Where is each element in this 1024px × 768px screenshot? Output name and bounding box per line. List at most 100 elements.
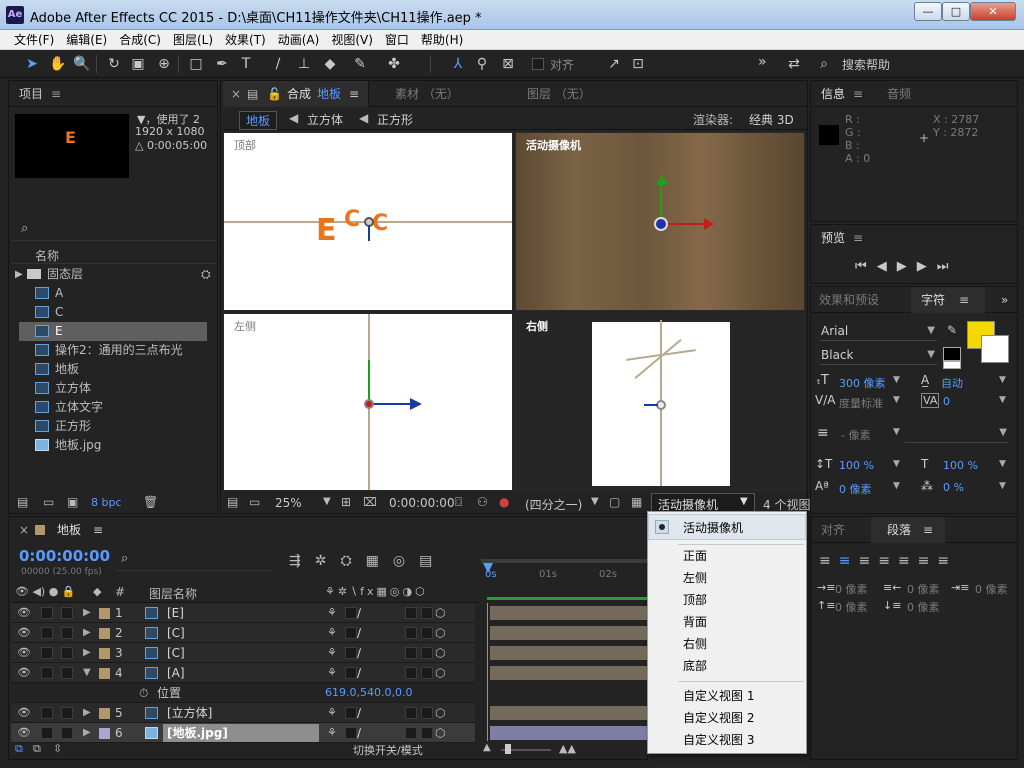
search-help-input[interactable]: 搜索帮助 bbox=[842, 56, 890, 73]
shy-switch-icon[interactable]: ⚘ bbox=[327, 723, 337, 743]
list-item[interactable]: 正方形 bbox=[19, 417, 207, 436]
column-layer-name[interactable]: 图层名称 bbox=[149, 585, 197, 602]
layer-duration-bar[interactable] bbox=[490, 666, 656, 680]
channels-icon[interactable]: ● bbox=[499, 495, 509, 509]
panel-menu-icon[interactable]: ≡ bbox=[853, 231, 863, 245]
chevron-down-icon[interactable]: ▼ bbox=[893, 459, 900, 469]
tab-effects-presets[interactable]: 效果和预设 bbox=[819, 287, 879, 313]
column-number[interactable]: # bbox=[115, 585, 125, 599]
white-swatch[interactable] bbox=[943, 361, 961, 369]
rotate-tool-icon[interactable]: ↻ bbox=[104, 54, 124, 74]
shy-icon[interactable]: ⛭ bbox=[340, 553, 365, 569]
panel-menu-icon[interactable]: ≡ bbox=[959, 287, 969, 313]
collapse-switch-icon[interactable]: ∕ bbox=[357, 623, 361, 643]
resolution-select[interactable]: (四分之一) bbox=[525, 496, 582, 513]
leading-value[interactable]: 自动 bbox=[941, 375, 963, 391]
renderer-value[interactable]: 经典 3D bbox=[749, 111, 794, 128]
tab-timeline[interactable]: 地板 bbox=[57, 517, 81, 543]
collapse-switch-icon[interactable]: ∕ bbox=[357, 643, 361, 663]
dropdown-item-custom-1[interactable]: 自定义视图 1 bbox=[683, 686, 754, 706]
eye-icon[interactable]: 👁 bbox=[17, 627, 31, 639]
breadcrumb-item[interactable]: 正方形 bbox=[377, 111, 413, 128]
collapse-switch-icon[interactable]: ∕ bbox=[357, 703, 361, 723]
layer-switches-toggle-icon[interactable]: ⧉ bbox=[15, 742, 23, 756]
zoom-out-icon[interactable]: ▲ bbox=[483, 742, 491, 753]
camera-tool-icon[interactable]: ▣ bbox=[128, 54, 148, 74]
first-frame-icon[interactable]: ⏮ bbox=[855, 259, 877, 274]
baseline-shift-value[interactable]: 0 像素 bbox=[839, 481, 872, 497]
label-color[interactable] bbox=[99, 628, 110, 639]
layer-duration-bar[interactable] bbox=[490, 706, 656, 720]
z-axis-arrow[interactable] bbox=[368, 225, 370, 241]
chevron-down-icon[interactable]: ▼ bbox=[893, 375, 900, 385]
search-icon[interactable]: ⌕ bbox=[814, 54, 834, 74]
camera-view-select[interactable]: 活动摄像机 ▼ bbox=[651, 493, 755, 513]
panel-menu-icon[interactable]: ≡ bbox=[923, 517, 933, 543]
local-axis-mode-icon[interactable]: ⅄ bbox=[448, 54, 468, 74]
table-row[interactable]: 👁 ▼ 4 [A] ⚘ ∕ ⬡ bbox=[11, 663, 475, 683]
stroke-width-value[interactable]: - 像素 bbox=[841, 427, 870, 443]
shy-switch-icon[interactable]: ⚘ bbox=[327, 703, 337, 723]
list-item[interactable]: 地板.jpg bbox=[19, 436, 207, 455]
comp-mini-flowchart-icon[interactable]: ⇶ bbox=[289, 553, 315, 569]
tab-audio[interactable]: 音频 bbox=[887, 81, 911, 107]
snapshot-icon[interactable]: ⌼ bbox=[455, 495, 462, 510]
3d-layer-icon[interactable]: ⬡ bbox=[435, 723, 445, 743]
chevron-down-icon[interactable]: ▼ bbox=[323, 496, 331, 507]
tracking-value[interactable]: 0 bbox=[943, 395, 950, 408]
hand-tool-icon[interactable]: ✋ bbox=[48, 54, 68, 74]
tab-footage[interactable]: 素材 （无） bbox=[395, 81, 459, 107]
chevron-down-icon[interactable]: ▼ bbox=[999, 375, 1006, 385]
view-top[interactable]: 顶部 E C C bbox=[223, 132, 513, 311]
align-center-icon[interactable]: ≡ bbox=[839, 553, 859, 569]
eyedropper-icon[interactable]: ✎ bbox=[947, 323, 957, 337]
new-composition-icon[interactable]: ▣ bbox=[67, 495, 78, 509]
justify-left-icon[interactable]: ≡ bbox=[878, 553, 898, 569]
preview-title[interactable]: 预览 bbox=[821, 231, 845, 245]
project-search-bar[interactable]: ⌕ bbox=[11, 219, 217, 241]
label-color[interactable] bbox=[99, 728, 110, 739]
z-axis-arrow[interactable] bbox=[370, 403, 410, 405]
view-active-camera[interactable]: 活动摄像机 bbox=[515, 132, 805, 311]
breadcrumb-item[interactable]: 立方体 bbox=[307, 111, 343, 128]
safe-zones-icon[interactable]: ⊞ bbox=[341, 495, 351, 509]
collapse-switch-icon[interactable]: ∕ bbox=[357, 603, 361, 623]
tab-composition[interactable]: × ▤ 🔓 合成 地板 ≡ bbox=[223, 81, 369, 107]
font-size-value[interactable]: 300 像素 bbox=[839, 375, 886, 391]
expand-triangle-icon[interactable]: ▶ bbox=[83, 643, 91, 663]
breadcrumb-item[interactable]: 地板 bbox=[239, 111, 278, 130]
layer-name[interactable]: [A] bbox=[167, 663, 185, 683]
list-item[interactable]: ▶ 固态层 bbox=[11, 265, 199, 284]
horizontal-scale-value[interactable]: 100 % bbox=[943, 459, 978, 472]
shy-switch-icon[interactable]: ⚘ bbox=[327, 643, 337, 663]
kerning-value[interactable]: 度量标准 bbox=[839, 395, 883, 411]
layer-duration-bar[interactable] bbox=[490, 726, 656, 740]
shy-switch-icon[interactable]: ⚘ bbox=[327, 603, 337, 623]
type-tool-icon[interactable]: T bbox=[236, 54, 256, 74]
table-row[interactable]: 👁 ▶ 2 [C] ⚘ ∕ ⬡ bbox=[11, 623, 475, 643]
stroke-color-swatch[interactable] bbox=[981, 335, 1009, 363]
expand-triangle-icon[interactable]: ▶ bbox=[83, 603, 91, 623]
zoom-tool-icon[interactable]: 🔍 bbox=[72, 54, 92, 74]
work-area-bar[interactable] bbox=[487, 597, 647, 600]
chevron-down-icon[interactable]: ▼ bbox=[893, 395, 900, 405]
close-tab-icon[interactable]: × bbox=[19, 517, 29, 543]
snap-checkbox[interactable] bbox=[532, 58, 544, 70]
justify-all-icon[interactable]: ≡ bbox=[937, 553, 957, 569]
list-item[interactable]: E bbox=[19, 322, 207, 341]
menu-animation[interactable]: 动画(A) bbox=[272, 30, 326, 50]
layer-name[interactable]: [C] bbox=[167, 643, 185, 663]
dropdown-item-custom-2[interactable]: 自定义视图 2 bbox=[683, 708, 754, 728]
layer-name[interactable]: [C] bbox=[167, 623, 185, 643]
shy-switch-icon[interactable]: ⚘ bbox=[327, 663, 337, 683]
project-panel-title[interactable]: 项目 bbox=[19, 87, 43, 101]
minimize-button[interactable]: — bbox=[914, 2, 942, 21]
eye-icon[interactable]: 👁 bbox=[17, 607, 31, 619]
tab-paragraph[interactable]: 段落 bbox=[887, 517, 911, 543]
region-of-interest-icon[interactable]: ▢ bbox=[609, 495, 620, 509]
close-button[interactable]: ✕ bbox=[970, 2, 1016, 21]
anchor-point-icon[interactable] bbox=[364, 399, 374, 409]
expand-triangle-icon[interactable]: ▶ bbox=[15, 265, 23, 284]
last-frame-icon[interactable]: ⏭ bbox=[937, 259, 959, 274]
z-axis-arrow[interactable] bbox=[644, 404, 658, 406]
